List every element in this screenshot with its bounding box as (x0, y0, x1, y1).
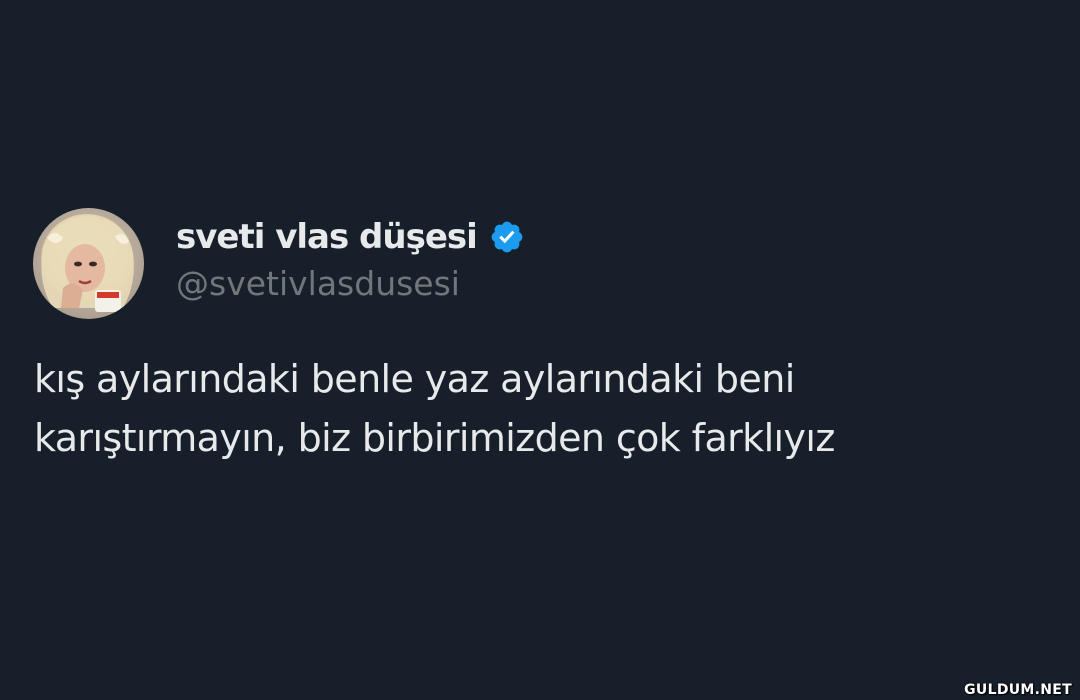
verified-badge-icon (489, 219, 525, 255)
author-name-row: sveti vlas düşesi (176, 214, 525, 260)
avatar-photo (33, 208, 144, 319)
tweet-text-line: kış aylarındaki benle yaz aylarındaki be… (34, 357, 795, 401)
avatar[interactable] (33, 208, 144, 319)
tweet-text: kış aylarındaki benle yaz aylarındaki be… (34, 350, 1064, 468)
tweet-card: sveti vlas düşesi @svetivlasdusesi kış a… (0, 0, 1080, 700)
user-handle[interactable]: @svetivlasdusesi (176, 264, 460, 303)
watermark: GULDUM.NET (964, 682, 1072, 698)
display-name[interactable]: sveti vlas düşesi (176, 217, 478, 257)
tweet-text-line: karıştırmayın, biz birbirimizden çok far… (34, 416, 835, 460)
